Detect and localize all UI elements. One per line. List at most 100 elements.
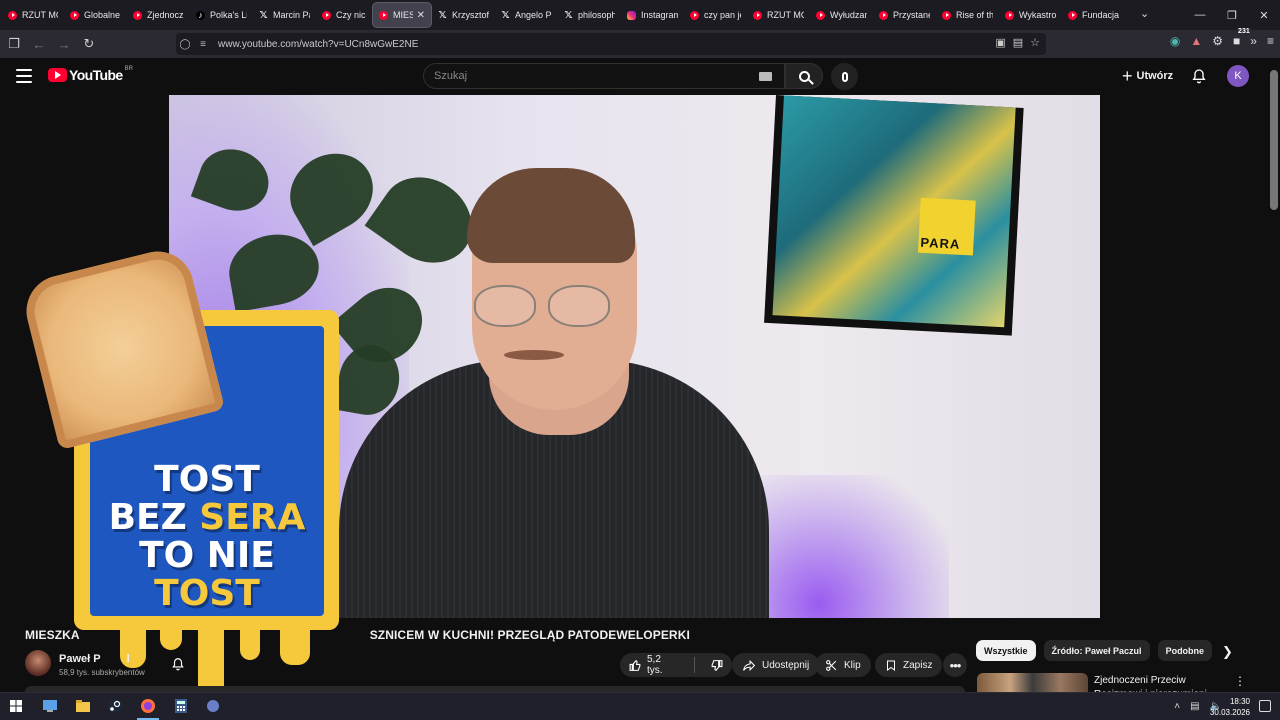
channel-avatar[interactable] [25, 650, 51, 676]
microphone-icon [841, 71, 848, 82]
related-filter-chips: Wszystkie Źródło: Paweł Paczul Podobne [976, 640, 1213, 662]
app-menu-icon[interactable]: ≡ [1267, 34, 1274, 48]
tab-title: czy pan je [704, 10, 741, 20]
search-input[interactable]: Szukaj [423, 63, 785, 89]
app-icon[interactable] [205, 698, 221, 714]
browser-tab[interactable]: czy pan je [684, 2, 747, 28]
reload-button[interactable]: ↻ [78, 33, 100, 55]
back-button[interactable]: ← [28, 33, 50, 55]
browser-tab[interactable]: Wykastro [999, 2, 1062, 28]
browser-tab[interactable]: Wyłudzan [810, 2, 873, 28]
browser-tab[interactable]: 𝕏 Angelo P [495, 2, 558, 28]
firefox-icon[interactable] [137, 698, 159, 720]
browser-tab[interactable]: RZUT MO [2, 2, 64, 28]
scrollbar-thumb[interactable] [1270, 70, 1278, 210]
recommended-more-icon[interactable]: ⋮ [1234, 674, 1246, 688]
tab-title: RZUT MO [767, 10, 804, 20]
browser-tab[interactable]: Rise of th [936, 2, 999, 28]
more-actions-button[interactable]: ••• [943, 653, 967, 677]
calculator-icon[interactable] [173, 698, 189, 714]
close-window-button[interactable]: ✕ [1248, 0, 1280, 30]
browser-tab[interactable]: Fundacja [1062, 2, 1125, 28]
maximize-button[interactable]: ❐ [1216, 0, 1248, 30]
windows-start-icon[interactable] [10, 698, 26, 714]
notifications-bell-icon[interactable] [1190, 67, 1208, 85]
thumbnail-line-3: TO NIE [139, 535, 275, 576]
steam-icon[interactable] [107, 698, 123, 714]
browser-tab[interactable]: Instagram [621, 2, 684, 28]
url-text[interactable]: www.youtube.com/watch?v=UCn8wGwE2NE [218, 39, 418, 50]
x-icon: 𝕏 [564, 9, 573, 21]
shield-icon[interactable]: ◯ [176, 39, 194, 50]
account-avatar[interactable]: K [1227, 65, 1249, 87]
browser-tab[interactable]: 𝕏 Marcin Pa [253, 2, 316, 28]
browser-tab[interactable]: MIESZ ✕ [372, 2, 432, 28]
site-permissions-icon[interactable]: ≡ [194, 39, 212, 50]
dislike-button[interactable] [701, 653, 732, 677]
chip-related[interactable]: Podobne [1157, 640, 1213, 661]
recommended-video-title[interactable]: Zjednoczeni Przeciw Rasizmowi i nierozum… [1094, 674, 1230, 692]
youtube-icon [133, 10, 142, 20]
overflow-chevrons-icon[interactable]: » [1250, 34, 1257, 48]
clip-button[interactable]: Klip [815, 653, 871, 677]
save-label: Zapisz [903, 659, 933, 671]
guide-menu-icon[interactable] [16, 69, 32, 83]
file-explorer-icon[interactable] [75, 698, 91, 714]
list-all-tabs-button[interactable]: ⌄ [1140, 7, 1149, 20]
browser-tab[interactable]: Globalne [64, 2, 127, 28]
create-button[interactable]: + Utwórz [1114, 64, 1181, 88]
browser-tab[interactable]: Zjednocz [127, 2, 190, 28]
youtube-icon [879, 10, 888, 20]
close-tab-icon[interactable]: ✕ [417, 10, 425, 21]
thumbnail-line-1: TOST [154, 459, 260, 500]
reader-view-icon[interactable]: ▤ [1013, 36, 1023, 49]
recommended-video-thumbnail[interactable] [977, 673, 1088, 693]
desktop-app-icon[interactable] [42, 698, 58, 714]
vpn-shield-icon[interactable]: ◉ [1170, 34, 1180, 48]
share-button[interactable]: Udostępnij [732, 653, 820, 677]
ublock-icon[interactable]: ▲ [1190, 34, 1202, 48]
minimize-button[interactable]: — [1184, 0, 1216, 30]
save-button[interactable]: Zapisz [875, 653, 943, 677]
browser-tab[interactable]: ♪ Polka's Lif [190, 2, 253, 28]
system-clock[interactable]: 18:30 30.03.2026 [1210, 696, 1250, 718]
share-label: Udostępnij [762, 659, 810, 671]
youtube-logo[interactable]: YouTube BR [48, 66, 133, 83]
sidebar-toggle-icon[interactable]: ❐ [3, 33, 25, 55]
like-dislike-group: 5,2 tys. [620, 653, 732, 677]
browser-navbar: ❐ ← → ↻ ◯ ≡ www.youtube.com/watch?v=UCn8… [0, 28, 1280, 58]
wall-painting: PARA [764, 95, 1024, 336]
chevron-right-icon[interactable]: ❯ [1222, 644, 1233, 660]
browser-tab[interactable]: Przystane [873, 2, 936, 28]
create-label: Utwórz [1136, 70, 1174, 82]
like-button[interactable]: 5,2 tys. [620, 653, 688, 677]
notification-center-icon[interactable] [1259, 700, 1271, 712]
youtube-icon [1068, 10, 1077, 20]
forward-button[interactable]: → [53, 33, 75, 55]
network-icon[interactable]: ▤ [1190, 701, 1199, 712]
picture-in-picture-icon[interactable]: ▣ [995, 36, 1005, 49]
subscription-bell-icon[interactable] [169, 655, 187, 673]
tab-title: Fundacja [1082, 10, 1119, 20]
browser-tab[interactable]: RZUT MO [747, 2, 810, 28]
chip-all[interactable]: Wszystkie [976, 640, 1036, 661]
keyboard-icon[interactable] [759, 72, 772, 81]
chip-from-channel[interactable]: Źródło: Paweł Paczul [1043, 640, 1150, 661]
browser-tab-strip: RZUT MO Globalne Zjednocz ♪ Polka's Lif 𝕏 Marc… [0, 0, 1280, 30]
browser-tab[interactable]: 𝕏 Krzysztof [432, 2, 495, 28]
browser-tab[interactable]: 𝕏philosoph [558, 2, 621, 28]
search-button[interactable] [785, 63, 823, 89]
search-placeholder: Szukaj [434, 70, 468, 82]
address-bar[interactable]: ◯ ≡ www.youtube.com/watch?v=UCn8wGwE2NE … [176, 33, 1046, 55]
x-icon: 𝕏 [259, 9, 268, 21]
show-hidden-icons-chevron[interactable]: ˄ [1174, 701, 1180, 712]
browser-tab[interactable]: Czy nic ni [316, 2, 372, 28]
page-scrollbar[interactable] [1268, 58, 1280, 690]
extensions-icon[interactable]: ⚙ [1212, 34, 1223, 48]
voice-search-button[interactable] [831, 63, 858, 90]
extension-with-badge-icon[interactable]: ■ 231 [1233, 28, 1251, 48]
bookmark-star-icon[interactable]: ☆ [1030, 36, 1040, 49]
windows-taskbar: ˄ ▤ 🔈 18:30 30.03.2026 [0, 692, 1280, 720]
channel-name[interactable]: Paweł Pl [59, 653, 130, 665]
tab-title: Przystane [893, 10, 930, 20]
